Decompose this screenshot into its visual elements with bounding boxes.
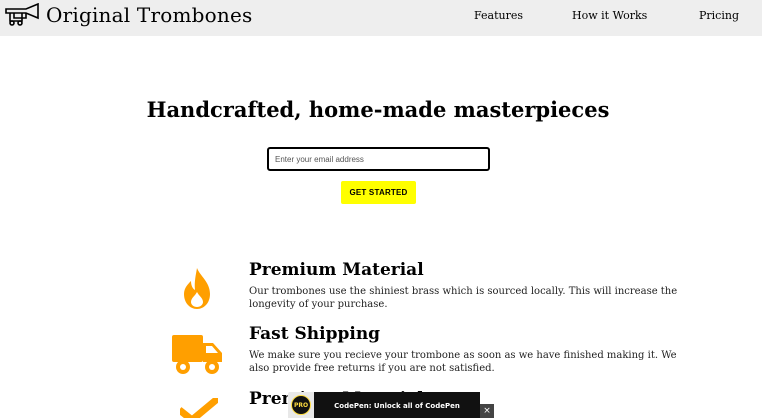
nav-link-pricing[interactable]: Pricing <box>699 9 739 23</box>
truck-icon <box>172 335 222 374</box>
fire-icon <box>184 268 210 309</box>
trombone-logo-icon <box>5 3 39 26</box>
email-input[interactable] <box>267 147 490 171</box>
feature-title: Fast Shipping <box>249 324 381 344</box>
feature-title: Premium Material <box>249 260 424 280</box>
nav-link-features[interactable]: Features <box>474 9 523 23</box>
hero-title: Handcrafted, home-made masterpieces <box>146 97 610 122</box>
close-icon[interactable]: × <box>480 404 494 418</box>
get-started-button[interactable]: GET STARTED <box>341 181 416 204</box>
pro-badge-icon: PRO <box>291 395 311 415</box>
brand-name: Original Trombones <box>46 3 253 27</box>
site-header: Original Trombones Features How it Works… <box>0 0 762 36</box>
codepen-pro-badge: PRO <box>288 392 314 418</box>
feature-description: We make sure you recieve your trombone a… <box>249 350 677 374</box>
brand-logo[interactable]: Original Trombones <box>4 1 252 29</box>
feature-description: Our trombones use the shiniest brass whi… <box>249 286 678 310</box>
codepen-pro-banner[interactable]: PRO CodePen: Unlock all of CodePen × <box>288 392 494 418</box>
nav-link-how-it-works[interactable]: How it Works <box>572 9 647 23</box>
codepen-banner-text[interactable]: CodePen: Unlock all of CodePen <box>314 392 480 418</box>
check-icon <box>180 398 218 418</box>
